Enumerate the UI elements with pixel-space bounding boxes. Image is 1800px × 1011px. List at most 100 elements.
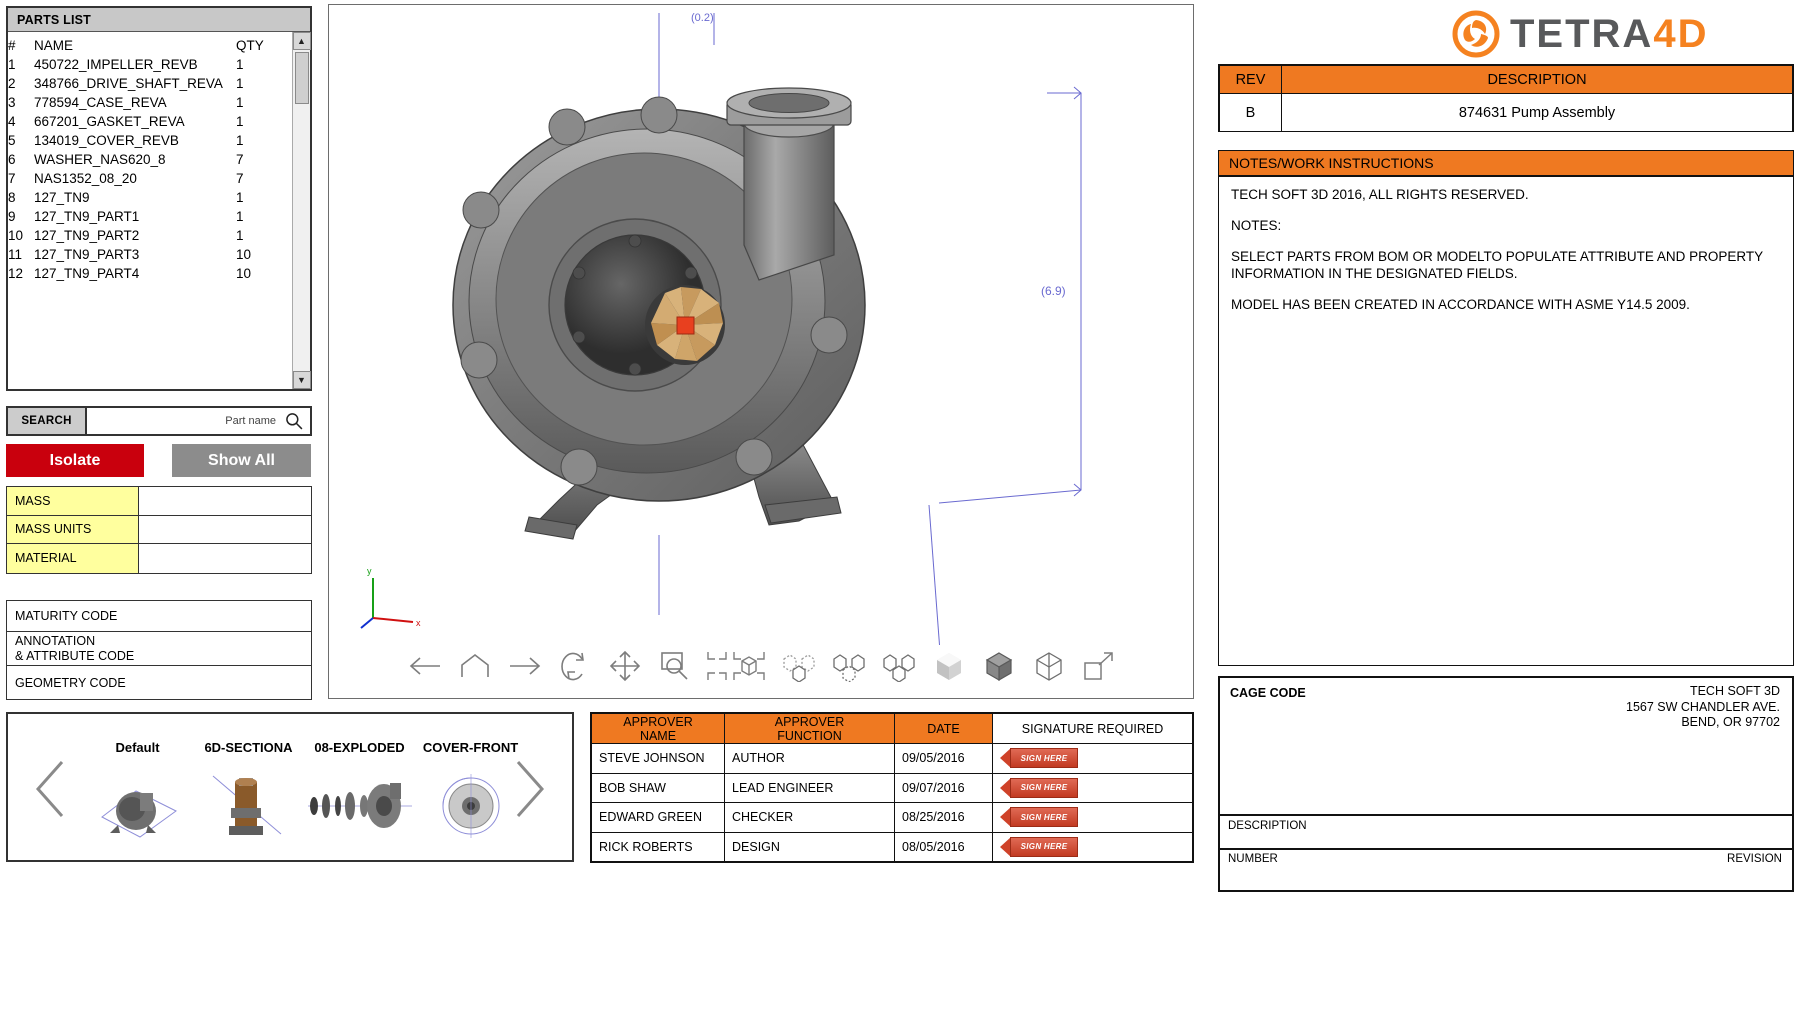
part-name: WASHER_NAS620_8 <box>34 151 166 167</box>
part-index: 7 <box>8 170 16 186</box>
part-qty: 7 <box>236 170 244 186</box>
code-field-row[interactable]: MATURITY CODE <box>7 601 311 632</box>
part-name: 348766_DRIVE_SHAFT_REVA <box>34 75 223 91</box>
part-qty: 1 <box>236 75 244 91</box>
render-shaded-icon[interactable] <box>929 646 969 686</box>
part-index: 12 <box>8 265 24 281</box>
magnifier-icon[interactable] <box>284 411 304 431</box>
search-button[interactable]: SEARCH <box>8 408 87 434</box>
parts-list-row[interactable]: 3 778594_CASE_REVA 1 <box>8 93 292 112</box>
home-icon[interactable] <box>455 646 495 686</box>
parts-solid-icon[interactable] <box>879 646 919 686</box>
parts-list-row[interactable]: 8 127_TN9 1 <box>8 188 292 207</box>
viewport-toolbar[interactable] <box>329 640 1193 692</box>
parts-list-row[interactable]: 12 127_TN9_PART4 10 <box>8 264 292 283</box>
parts-list-row[interactable]: 5 134019_COVER_REVB 1 <box>8 131 292 150</box>
parts-transparent-icon[interactable] <box>779 646 819 686</box>
address-line-3: BEND, OR 97702 <box>1681 715 1780 729</box>
fullscreen-icon[interactable] <box>1079 646 1119 686</box>
notes-paragraph: SELECT PARTS FROM BOM OR MODELTO POPULAT… <box>1231 249 1763 281</box>
thumbnail-label[interactable]: COVER-FRONT <box>415 740 526 755</box>
part-qty: 1 <box>236 132 244 148</box>
parts-list-row[interactable]: 1 450722_IMPELLER_REVB 1 <box>8 55 292 74</box>
pan-icon[interactable] <box>605 646 645 686</box>
thumbnail-label[interactable]: 08-EXPLODED <box>304 740 415 755</box>
signature-cell[interactable]: SIGN HERE <box>992 743 1193 774</box>
part-index: 5 <box>8 132 16 148</box>
thumbnail-cover-front[interactable] <box>415 766 526 846</box>
attribute-value-field[interactable] <box>139 515 311 544</box>
isolate-button[interactable]: Isolate <box>6 444 144 477</box>
col-header-index: # <box>8 37 16 53</box>
header-approver-name: APPROVER NAME <box>591 713 725 744</box>
attribute-row: MASS <box>7 487 311 516</box>
back-arrow-icon[interactable] <box>405 646 445 686</box>
attribute-value-field[interactable] <box>139 544 311 573</box>
zoom-icon[interactable] <box>655 646 695 686</box>
parts-list-table[interactable]: # NAME QTY 1 450722_IMPELLER_REVB 1 2 348766_DR… <box>8 32 292 389</box>
thumbnail-6d-sectiona[interactable] <box>193 766 304 846</box>
approver-row: BOB SHAW LEAD ENGINEER 09/07/2016 SIGN HERE <box>591 772 1193 803</box>
thumbnail-08-exploded[interactable] <box>304 766 415 846</box>
fit-to-view-icon[interactable] <box>705 646 769 686</box>
tetra4d-logo: TETRA4D <box>1452 8 1790 60</box>
parts-list-panel: PARTS LIST # NAME QTY 1 450722_IMPELLER_REVB… <box>6 6 312 391</box>
revision-label: REVISION <box>1727 853 1782 865</box>
revision-value: B <box>1219 93 1282 132</box>
sign-here-button[interactable]: SIGN HERE <box>1000 836 1078 857</box>
scroll-up-arrow-icon[interactable]: ▲ <box>292 32 311 50</box>
prev-views-button[interactable] <box>32 758 72 825</box>
thumbnail-label[interactable]: 6D-SECTIONA <box>193 740 304 755</box>
scrollbar-thumb[interactable] <box>294 52 309 104</box>
cage-code-label: CAGE CODE <box>1230 686 1306 700</box>
sign-here-button[interactable]: SIGN HERE <box>1000 748 1078 769</box>
scroll-down-arrow-icon[interactable]: ▼ <box>292 371 311 389</box>
part-name: 127_TN9_PART2 <box>34 227 140 243</box>
thumbnail-default[interactable] <box>82 766 193 846</box>
header-signature-required: SIGNATURE REQUIRED <box>992 713 1193 744</box>
rotate-icon[interactable] <box>555 646 595 686</box>
part-qty: 10 <box>236 265 252 281</box>
parts-list-row[interactable]: 11 127_TN9_PART3 10 <box>8 245 292 264</box>
pump-assembly-3d-model[interactable]: (0.2) (6.9) <box>329 5 1194 645</box>
part-qty: 1 <box>236 113 244 129</box>
parts-wireframe-icon[interactable] <box>829 646 869 686</box>
model-viewport[interactable]: (0.2) (6.9) y x <box>328 4 1194 699</box>
parts-list-row[interactable]: 4 667201_GASKET_REVA 1 <box>8 112 292 131</box>
part-index: 9 <box>8 208 16 224</box>
cage-code-block: CAGE CODE TECH SOFT 3D 1567 SW CHANDLER … <box>1218 676 1794 816</box>
notes-paragraph: MODEL HAS BEEN CREATED IN ACCORDANCE WIT… <box>1231 297 1690 312</box>
number-label: NUMBER <box>1228 853 1278 865</box>
render-wireframe-icon[interactable] <box>1029 646 1069 686</box>
sign-here-button[interactable]: SIGN HERE <box>1000 777 1078 798</box>
sign-here-button[interactable]: SIGN HERE <box>1000 807 1078 828</box>
signature-cell[interactable]: SIGN HERE <box>992 772 1193 803</box>
parts-list-row[interactable]: 2 348766_DRIVE_SHAFT_REVA 1 <box>8 74 292 93</box>
notes-header: NOTES/WORK INSTRUCTIONS <box>1218 150 1794 176</box>
parts-list-scrollbar[interactable]: ▲ ▼ <box>292 32 311 389</box>
scrollbar-track[interactable] <box>293 104 310 371</box>
parts-list-row[interactable]: 10 127_TN9_PART2 1 <box>8 226 292 245</box>
parts-list-row[interactable]: 6 WASHER_NAS620_8 7 <box>8 150 292 169</box>
approver-date: 09/05/2016 <box>894 743 993 774</box>
search-input-wrap[interactable]: Part name <box>87 408 310 434</box>
approver-row: RICK ROBERTS DESIGN 08/05/2016 SIGN HERE <box>591 831 1193 862</box>
show-all-button[interactable]: Show All <box>172 444 311 477</box>
attribute-value-field[interactable] <box>139 487 311 515</box>
thumbnail-label[interactable]: Default <box>82 740 193 755</box>
tetra4d-aperture-logo-icon <box>1452 10 1500 58</box>
render-shaded-edges-icon[interactable] <box>979 646 1019 686</box>
code-field-row[interactable]: GEOMETRY CODE <box>7 666 311 699</box>
signature-cell[interactable]: SIGN HERE <box>992 831 1193 862</box>
approver-function: LEAD ENGINEER <box>724 772 895 803</box>
code-field-row[interactable]: ANNOTATION & ATTRIBUTE CODE <box>7 632 311 666</box>
svg-text:(6.9): (6.9) <box>1041 284 1066 298</box>
forward-arrow-icon[interactable] <box>505 646 545 686</box>
parts-list-row[interactable]: 9 127_TN9_PART1 1 <box>8 207 292 226</box>
parts-list-row[interactable]: 7 NAS1352_08_20 7 <box>8 169 292 188</box>
signature-cell[interactable]: SIGN HERE <box>992 802 1193 833</box>
part-name: 127_TN9_PART3 <box>34 246 140 262</box>
revision-header-rev: REV <box>1219 65 1282 94</box>
col-header-qty: QTY <box>236 37 264 53</box>
description-block: DESCRIPTION <box>1218 816 1794 850</box>
